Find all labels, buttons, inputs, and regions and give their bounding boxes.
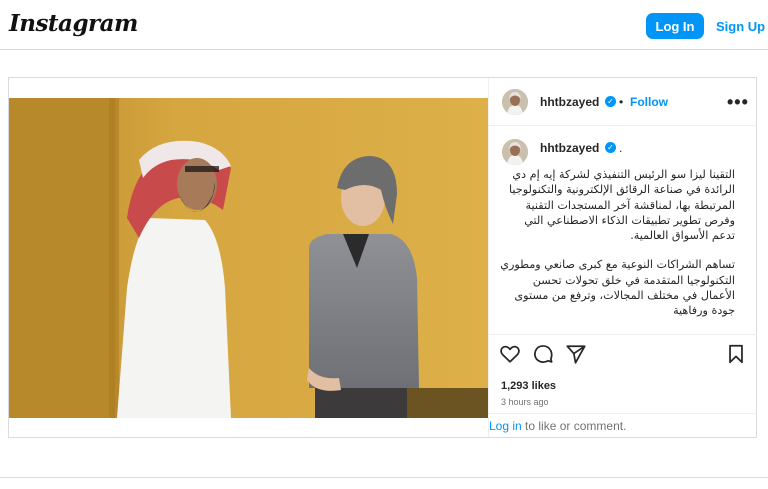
caption-username[interactable]: hhtbzayed [540,141,599,155]
heart-icon[interactable] [499,343,521,365]
verified-badge-icon: ✓ [605,96,616,107]
more-options-icon[interactable]: ••• [727,92,749,113]
verified-badge-icon: ✓ [605,142,616,153]
username[interactable]: hhtbzayed [540,95,599,109]
separator-dot: • [619,95,624,109]
caption-dot: . [619,141,623,155]
post-side-panel: hhtbzayed ✓ • Follow ••• hhtbzayed ✓ . ا… [488,78,757,437]
post-header: hhtbzayed ✓ • Follow ••• [489,78,757,126]
likes-count[interactable]: 1,293 likes [501,380,556,392]
caption-avatar[interactable] [502,139,528,165]
avatar[interactable] [502,89,528,115]
post-timestamp[interactable]: 3 hours ago [501,397,549,407]
follow-button[interactable]: Follow [630,95,668,109]
post-image[interactable] [9,98,488,418]
avatar-image [502,89,528,115]
share-icon[interactable] [565,343,587,365]
caption-paragraph: تساهم الشراكات النوعية مع كبرى صانعي ومط… [500,258,735,318]
log-in-button[interactable]: Log In [646,13,704,39]
footer-divider [0,477,768,478]
log-in-link[interactable]: Log in [489,419,522,433]
login-prompt: Log in to like or comment. [489,413,757,438]
instagram-logo[interactable]: Instagram [9,10,138,37]
comment-icon[interactable] [532,343,554,365]
post-actions: 1,293 likes 3 hours ago Log in to like o… [489,334,757,437]
avatar-image [502,139,528,165]
sign-up-link[interactable]: Sign Up [716,19,765,34]
bookmark-icon[interactable] [725,343,747,365]
post-caption: التقينا ليزا سو الرئيس التنفيذي لشركة إي… [499,167,735,332]
post-card: hhtbzayed ✓ • Follow ••• hhtbzayed ✓ . ا… [8,77,757,438]
caption-paragraph: التقينا ليزا سو الرئيس التنفيذي لشركة إي… [509,168,735,243]
photo-illustration [9,98,488,418]
top-navigation-bar: Instagram Log In Sign Up [0,0,768,50]
login-prompt-text: to like or comment. [521,419,627,433]
